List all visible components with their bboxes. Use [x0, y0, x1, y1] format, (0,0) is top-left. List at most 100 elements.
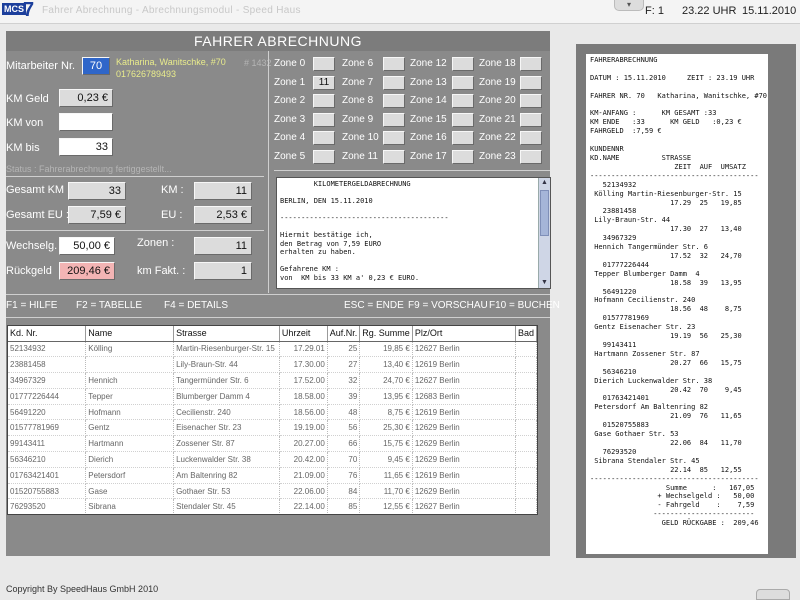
- column-header[interactable]: Bad: [515, 326, 537, 342]
- esc-end-key[interactable]: ESC = ENDE: [344, 300, 404, 311]
- table-cell: 76293520: [8, 498, 87, 514]
- zone-field[interactable]: [520, 131, 542, 146]
- table-row[interactable]: 01577781969 Gentz Eisenacher Str. 23 19.19.…: [8, 419, 537, 437]
- textarea-scrollbar[interactable]: ▲ ▼: [538, 178, 550, 288]
- f2-table-key[interactable]: F2 = TABELLE: [76, 300, 142, 311]
- orders-table[interactable]: Kd. Nr. Name Strasse Uhrzeit Auf.Nr. Rg. Summ…: [7, 325, 538, 515]
- table-row[interactable]: 52134932 Kölling Martin-Riesenburger-Str. …: [8, 341, 537, 358]
- column-header[interactable]: Kd. Nr.: [8, 326, 87, 342]
- column-header[interactable]: Plz/Ort: [412, 326, 516, 342]
- zone-label: Zone 6: [342, 58, 374, 69]
- zone-field[interactable]: [520, 75, 542, 90]
- zone-field[interactable]: [520, 112, 542, 127]
- zone-field[interactable]: [452, 75, 474, 90]
- column-header[interactable]: Name: [85, 326, 175, 342]
- table-cell: 32: [327, 372, 361, 389]
- table-row[interactable]: 01763421401 Petersdorf Am Baltenring 82 21.…: [8, 467, 537, 484]
- zone-field[interactable]: [313, 94, 335, 109]
- table-cell: 13,95 €: [359, 388, 413, 405]
- table-cell: Hofmann: [85, 404, 175, 421]
- table-cell: Dierich: [85, 451, 175, 468]
- f1-help-key[interactable]: F1 = HILFE: [6, 300, 57, 311]
- table-row[interactable]: 56346210 Dierich Luckenwalder Str. 38 20.42…: [8, 451, 537, 468]
- f9-preview-key[interactable]: F9 = VORSCHAU: [408, 300, 488, 311]
- column-header[interactable]: Rg. Summe: [359, 326, 413, 342]
- table-cell: Luckenwalder Str. 38: [173, 451, 280, 468]
- table-cell: Tepper: [85, 388, 175, 405]
- table-cell: 22.14.00: [279, 498, 328, 514]
- zone-field[interactable]: [520, 57, 542, 71]
- zone-field[interactable]: [383, 150, 405, 164]
- zone-label: Zone 23: [479, 151, 516, 162]
- zone-field[interactable]: [520, 94, 542, 109]
- table-cell: Zossener Str. 87: [173, 435, 280, 453]
- km-bis-input[interactable]: 33: [59, 138, 113, 156]
- zone-label: Zone 3: [274, 113, 306, 125]
- field-indicator: F: 1: [645, 5, 664, 17]
- zone-field[interactable]: [520, 150, 542, 164]
- zone-field[interactable]: [313, 112, 335, 127]
- zone-field[interactable]: [452, 94, 474, 109]
- table-cell: 70: [327, 451, 361, 468]
- f4-details-key[interactable]: F4 = DETAILS: [164, 300, 228, 311]
- km-abrechnung-textarea[interactable]: KILOMETERGELDABRECHNUNG BERLIN, DEN 15.1…: [276, 177, 551, 289]
- zone-field[interactable]: [383, 75, 405, 90]
- zone-field[interactable]: [383, 94, 405, 109]
- km-von-label: KM von: [6, 117, 44, 129]
- km-von-input[interactable]: [59, 113, 113, 131]
- bottom-tab-button[interactable]: [756, 589, 790, 600]
- zonen-label: Zonen :: [137, 237, 175, 249]
- f10-book-key[interactable]: F10 = BUCHEN: [489, 300, 560, 311]
- km-geld-label: KM Geld: [6, 93, 49, 105]
- table-row[interactable]: 01777226444 Tepper Blumberger Damm 4 18.58.…: [8, 388, 537, 405]
- scroll-up-icon[interactable]: ▲: [539, 178, 550, 188]
- km-geld-field: 0,23 €: [59, 89, 113, 107]
- table-row[interactable]: 99143411 Hartmann Zossener Str. 87 20.27.00…: [8, 435, 537, 453]
- table-cell: 12629 Berlin: [412, 435, 516, 453]
- table-row[interactable]: 56491220 Hofmann Cecilienstr. 240 18.56.00 4…: [8, 404, 537, 421]
- table-header-row: Kd. Nr. Name Strasse Uhrzeit Auf.Nr. Rg. Summ…: [8, 326, 537, 342]
- table-cell: 84: [327, 483, 361, 500]
- table-cell: 22.06.00: [279, 483, 328, 500]
- table-cell: Martin-Riesenburger-Str. 15: [173, 341, 280, 358]
- table-cell: Stendaler Str. 45: [173, 498, 280, 514]
- zone-field[interactable]: 11: [313, 75, 335, 90]
- table-row[interactable]: 34967329 Hennich Tangermünder Str. 6 17.52.…: [8, 372, 537, 389]
- dropdown-tab[interactable]: ▾: [614, 0, 644, 11]
- wechselgeld-input[interactable]: 50,00 €: [59, 237, 115, 255]
- zone-field[interactable]: [313, 131, 335, 146]
- scroll-thumb[interactable]: [540, 190, 549, 236]
- zone-field[interactable]: [452, 112, 474, 127]
- table-cell: 85: [327, 498, 361, 514]
- zone-field[interactable]: [452, 150, 474, 164]
- zone-label: Zone 13: [410, 76, 447, 88]
- mcs-logo: MCS 7: [2, 0, 38, 21]
- table-cell: [515, 483, 537, 500]
- zone-field[interactable]: [313, 150, 335, 164]
- zone-field[interactable]: [452, 57, 474, 71]
- gesamt-eu-field: 7,59 €: [68, 206, 126, 224]
- table-cell: Hennich: [85, 372, 175, 389]
- zone-field[interactable]: [452, 131, 474, 146]
- table-cell: 34967329: [8, 372, 87, 389]
- table-row[interactable]: 23881458 Lily-Braun-Str. 44 17.30.00 27 13,4…: [8, 356, 537, 374]
- column-header[interactable]: Auf.Nr.: [327, 326, 361, 342]
- table-row[interactable]: 01520755883 Gase Gothaer Str. 53 22.06.00 84…: [8, 483, 537, 500]
- column-header[interactable]: Strasse: [173, 326, 280, 342]
- table-row[interactable]: 76293520 Sibrana Stendaler Str. 45 22.14.00…: [8, 498, 537, 514]
- table-cell: 9,45 €: [359, 451, 413, 468]
- zone-field[interactable]: [383, 57, 405, 71]
- zone-field[interactable]: [383, 131, 405, 146]
- table-cell: 12619 Berlin: [412, 467, 516, 484]
- zone-label: Zone 22: [479, 132, 516, 144]
- table-cell: 12683 Berlin: [412, 388, 516, 405]
- scroll-down-icon[interactable]: ▼: [539, 278, 550, 288]
- table-cell: Cecilienstr. 240: [173, 404, 280, 421]
- zone-field[interactable]: [313, 57, 335, 71]
- column-header[interactable]: Uhrzeit: [279, 326, 328, 342]
- table-cell: 12,55 €: [359, 498, 413, 514]
- table-cell: 21.09.00: [279, 467, 328, 484]
- eu-label: EU :: [161, 209, 183, 221]
- zone-field[interactable]: [383, 112, 405, 127]
- mitarbeiter-input[interactable]: 70: [82, 57, 110, 75]
